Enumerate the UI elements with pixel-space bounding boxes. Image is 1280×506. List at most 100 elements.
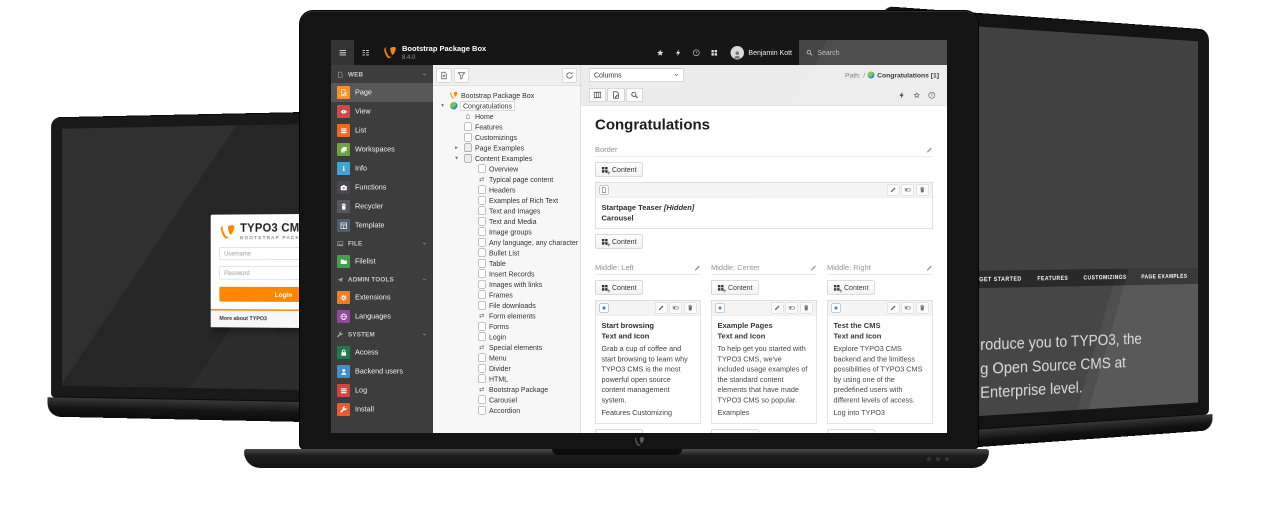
- delete-button[interactable]: [800, 302, 813, 313]
- module-item[interactable]: Filelist: [331, 252, 433, 271]
- edit-button[interactable]: [887, 302, 900, 313]
- edit-pencil-icon[interactable]: [694, 264, 701, 271]
- module-item[interactable]: Extensions: [331, 288, 433, 307]
- delete-button[interactable]: [684, 302, 697, 313]
- clear-cache-button[interactable]: [894, 88, 909, 102]
- add-content-button[interactable]: Content: [827, 430, 875, 433]
- add-content-button[interactable]: Content: [595, 281, 643, 295]
- tree-item[interactable]: Text and Media: [436, 216, 578, 227]
- tree-item[interactable]: Headers: [436, 185, 578, 196]
- visibility-toggle-button[interactable]: [902, 184, 915, 195]
- tree-item[interactable]: Bootstrap Package Box: [436, 90, 578, 101]
- tree-item[interactable]: ▸ Page Examples: [436, 143, 578, 154]
- tree-item[interactable]: Any language, any character: [436, 237, 578, 248]
- module-item[interactable]: Workspaces: [331, 140, 433, 159]
- global-search[interactable]: [799, 40, 947, 65]
- refresh-button[interactable]: [562, 68, 577, 83]
- tree-item[interactable]: ▾ Congratulations: [436, 101, 578, 112]
- visibility-toggle-button[interactable]: [786, 302, 799, 313]
- module-item[interactable]: Page: [331, 83, 433, 102]
- apps-button[interactable]: [705, 40, 723, 65]
- tree-item[interactable]: Bootstrap Package: [436, 384, 578, 395]
- tree-item[interactable]: Features: [436, 122, 578, 133]
- module-section-header[interactable]: FILE: [331, 235, 433, 252]
- tree-item[interactable]: Forms: [436, 321, 578, 332]
- visibility-toggle-button[interactable]: [670, 302, 683, 313]
- add-content-button[interactable]: Content: [595, 163, 643, 177]
- module-item[interactable]: Template: [331, 216, 433, 235]
- module-item[interactable]: Recycler: [331, 197, 433, 216]
- tree-item[interactable]: File downloads: [436, 300, 578, 311]
- module-item[interactable]: Info: [331, 159, 433, 178]
- help-button[interactable]: [924, 88, 939, 102]
- tree-expander[interactable]: ▾: [436, 103, 449, 109]
- module-item[interactable]: List: [331, 121, 433, 140]
- module-item[interactable]: Access: [331, 343, 433, 362]
- tree-item[interactable]: Overview: [436, 164, 578, 175]
- columns-select[interactable]: Columns: [589, 68, 684, 82]
- search-input[interactable]: [817, 49, 940, 57]
- tree-expander[interactable]: ▸: [450, 145, 463, 151]
- add-content-button[interactable]: Content: [595, 430, 643, 433]
- bookmark-button[interactable]: [651, 40, 669, 65]
- element-links[interactable]: Examples: [718, 408, 811, 418]
- delete-button[interactable]: [916, 184, 929, 195]
- tree-item[interactable]: Customizings: [436, 132, 578, 143]
- filter-button[interactable]: [454, 68, 469, 83]
- tree-item[interactable]: Form elements: [436, 311, 578, 322]
- tree-item[interactable]: Special elements: [436, 342, 578, 353]
- tree-item[interactable]: Home: [436, 111, 578, 122]
- edit-page-button[interactable]: [608, 88, 625, 102]
- more-about-link[interactable]: More about TYPO3: [219, 315, 267, 321]
- menu-toggle-button[interactable]: [331, 40, 354, 65]
- module-item[interactable]: Install: [331, 400, 433, 419]
- tree-item[interactable]: Login: [436, 332, 578, 343]
- tree-item[interactable]: HTML: [436, 374, 578, 385]
- tree-item[interactable]: Menu: [436, 353, 578, 364]
- tree-expander[interactable]: ▾: [450, 156, 463, 162]
- edit-button[interactable]: [887, 184, 900, 195]
- site-logo[interactable]: Bootstrap Package Box 8.4.0: [377, 45, 492, 61]
- tree-item[interactable]: ▾ Content Examples: [436, 153, 578, 164]
- frontend-nav-item[interactable]: PAGE EXAMPLES: [1141, 273, 1187, 280]
- tree-item[interactable]: Divider: [436, 363, 578, 374]
- visibility-toggle-button[interactable]: [902, 302, 915, 313]
- tree-item[interactable]: Examples of Rich Text: [436, 195, 578, 206]
- module-section-header[interactable]: ADMIN TOOLS: [331, 271, 433, 288]
- edit-pencil-icon[interactable]: [810, 264, 817, 271]
- new-page-button[interactable]: [437, 68, 452, 83]
- module-section-header[interactable]: WEB: [331, 66, 433, 83]
- edit-pencil-icon[interactable]: [926, 264, 933, 271]
- tree-item[interactable]: Typical page content: [436, 174, 578, 185]
- frontend-nav-item[interactable]: FEATURES: [1037, 275, 1068, 282]
- add-content-button[interactable]: Content: [711, 430, 759, 433]
- tree-item[interactable]: Images with links: [436, 279, 578, 290]
- tree-item[interactable]: Table: [436, 258, 578, 269]
- tree-item[interactable]: Image groups: [436, 227, 578, 238]
- element-links[interactable]: Log into TYPO3: [834, 408, 927, 418]
- content-element-card[interactable]: Test the CMS Text and Icon Explore TYPO3…: [827, 300, 933, 424]
- frontend-nav-item[interactable]: CUSTOMIZINGS: [1083, 274, 1126, 281]
- add-content-button[interactable]: Content: [827, 281, 875, 295]
- content-element-card[interactable]: Start browsing Text and Icon Grab a cup …: [595, 300, 701, 424]
- module-item[interactable]: View: [331, 102, 433, 121]
- help-button[interactable]: [687, 40, 705, 65]
- view-columns-button[interactable]: [589, 88, 606, 102]
- edit-button[interactable]: [771, 302, 784, 313]
- tree-item[interactable]: Text and Images: [436, 206, 578, 217]
- content-element-card[interactable]: Example Pages Text and Icon To help get …: [711, 300, 817, 424]
- search-button[interactable]: [626, 88, 643, 102]
- add-content-button[interactable]: Content: [595, 235, 643, 249]
- tree-item[interactable]: Carousel: [436, 395, 578, 406]
- bookmark-button[interactable]: [909, 88, 924, 102]
- module-section-header[interactable]: SYSTEM: [331, 326, 433, 343]
- tree-item[interactable]: Insert Records: [436, 269, 578, 280]
- element-links[interactable]: Features Customizing: [602, 408, 695, 418]
- module-item[interactable]: Functions: [331, 178, 433, 197]
- module-list-button[interactable]: [354, 40, 377, 65]
- module-item[interactable]: Languages: [331, 307, 433, 326]
- frontend-nav-item[interactable]: GET STARTED: [979, 275, 1021, 282]
- clear-cache-button[interactable]: [669, 40, 687, 65]
- module-item[interactable]: Log: [331, 381, 433, 400]
- edit-button[interactable]: [655, 302, 668, 313]
